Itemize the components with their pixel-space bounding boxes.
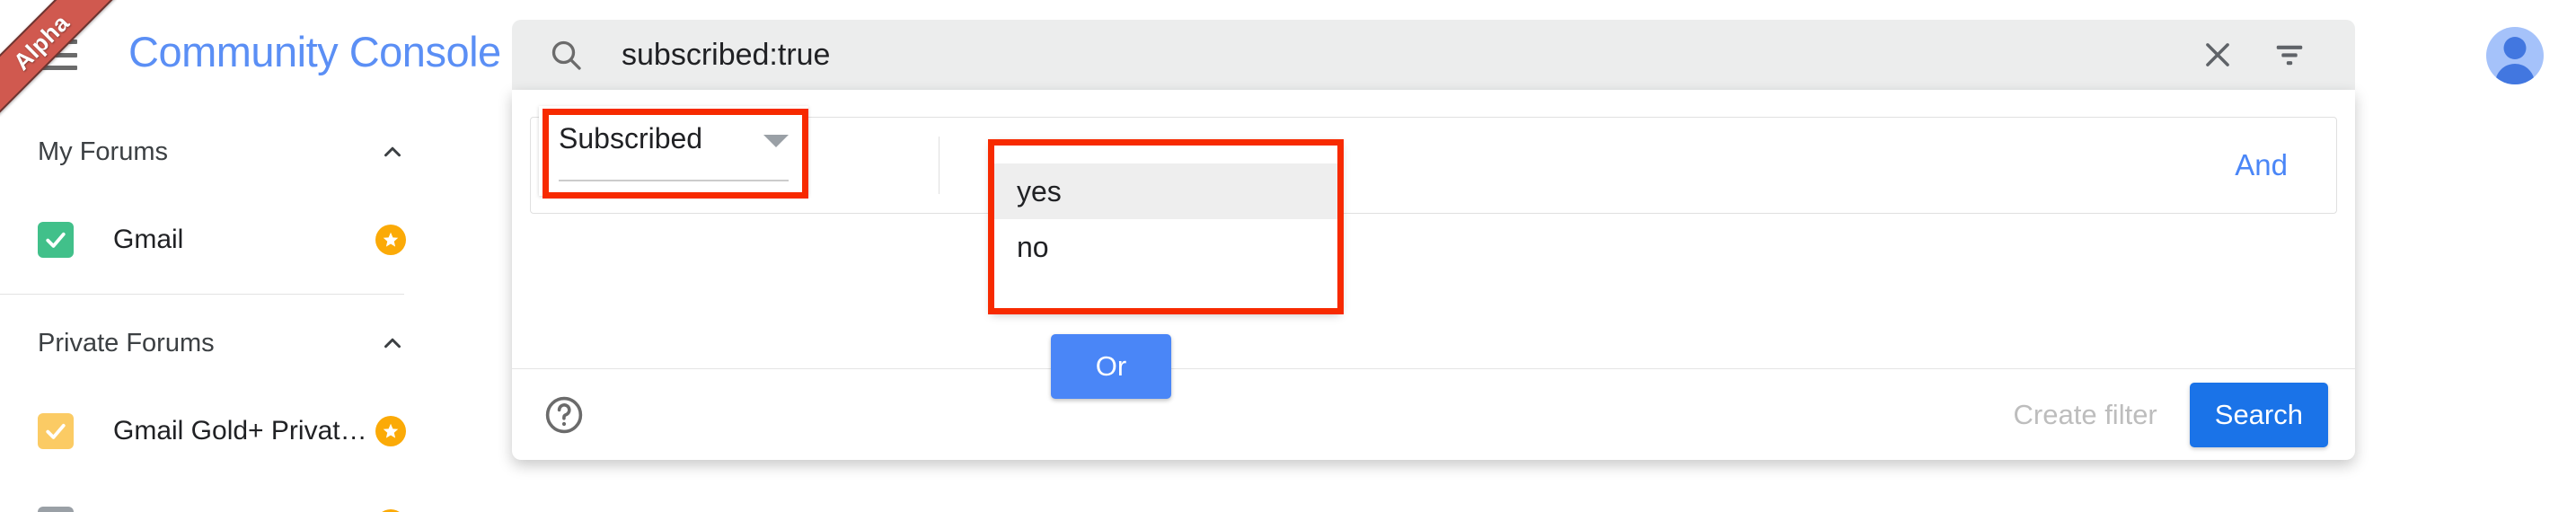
avatar-head <box>2503 37 2527 59</box>
sidebar-item-gmail[interactable]: Gmail <box>0 193 442 287</box>
search-button[interactable]: Search <box>2189 382 2328 447</box>
chevron-down-icon[interactable] <box>763 135 789 147</box>
sidebar-section-label: My Forums <box>38 137 168 166</box>
subscribed-select-value: Subscribed <box>559 122 703 154</box>
option-yes[interactable]: yes <box>992 163 1340 219</box>
star-icon[interactable] <box>375 416 406 446</box>
hamburger-bar <box>38 52 77 57</box>
sidebar-section-label: Private Forums <box>38 328 215 358</box>
select-underline <box>559 180 789 181</box>
search-icon[interactable] <box>546 35 586 75</box>
chevron-up-icon[interactable] <box>379 330 406 357</box>
app-root: Alpha Community Console subscribed:true … <box>0 0 2576 512</box>
sidebar-section-private-forums[interactable]: Private Forums <box>0 302 442 384</box>
subscribed-select-wrap: Subscribed <box>539 106 808 196</box>
check-icon <box>38 413 74 449</box>
hamburger-bar <box>38 40 77 44</box>
search-input[interactable] <box>622 37 2190 73</box>
avatar-body <box>2495 64 2535 84</box>
page-title: Community Console <box>128 28 501 75</box>
sidebar-item-gmail-gold-private[interactable]: Gmail Gold+ Privat… <box>0 384 442 478</box>
create-filter-button[interactable]: Create filter <box>2014 399 2157 431</box>
check-icon <box>38 507 74 512</box>
or-button[interactable]: Or <box>1051 334 1171 399</box>
sidebar-section-my-forums[interactable]: My Forums <box>0 110 442 193</box>
filter-panel-footer: Create filter Search <box>512 368 2355 460</box>
sidebar-divider <box>0 294 404 295</box>
account-avatar-icon[interactable] <box>2486 27 2544 84</box>
condition-divider <box>939 137 940 194</box>
value-options-list: yes no <box>992 142 1340 312</box>
subscribed-select[interactable]: Subscribed <box>539 106 808 196</box>
check-icon <box>38 222 74 258</box>
sidebar-item-label: Gmail Gold+ Privat… <box>113 416 367 446</box>
close-icon[interactable] <box>2190 27 2245 83</box>
sidebar-item-label: Gmail <box>113 225 184 254</box>
star-icon[interactable] <box>375 225 406 255</box>
option-no[interactable]: no <box>992 219 1340 275</box>
chevron-up-icon[interactable] <box>379 138 406 165</box>
and-link[interactable]: And <box>2235 148 2288 182</box>
sidebar: My Forums Gmail Private Forums Gmail Gol… <box>0 110 442 512</box>
help-circle-icon[interactable] <box>543 393 586 437</box>
hamburger-icon[interactable] <box>38 40 77 70</box>
search-bar <box>512 20 2355 90</box>
tune-filter-icon[interactable] <box>2262 27 2317 83</box>
sidebar-item-gmail-silver-private[interactable]: Gmail Silver+ Priva… <box>0 478 442 512</box>
hamburger-bar <box>38 66 77 70</box>
